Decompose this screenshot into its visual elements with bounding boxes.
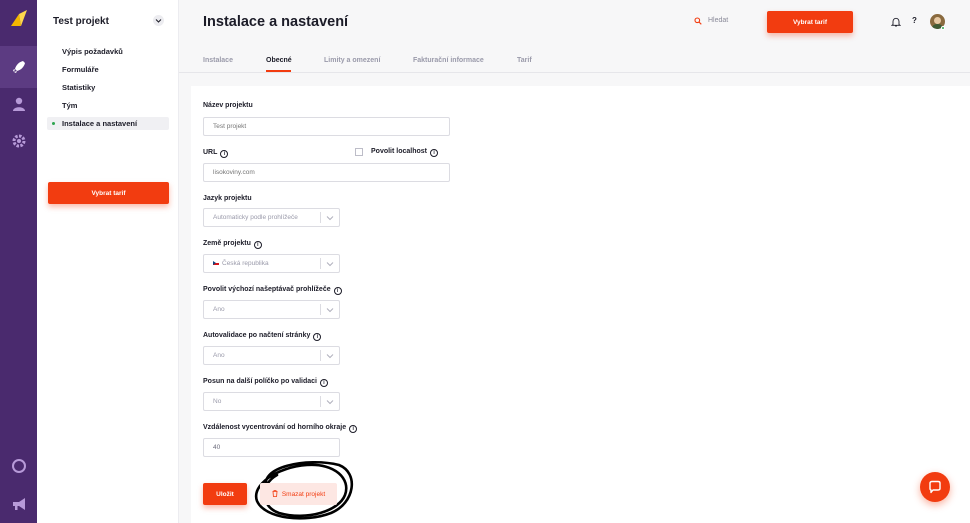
info-icon[interactable]: i xyxy=(333,287,342,295)
localhost-label: Povolit localhost xyxy=(371,148,428,155)
project-sidebar: Test projekt Výpis požadavků Formuláře S… xyxy=(37,0,179,523)
delete-project-label: Smazat projekt xyxy=(281,491,326,498)
tab-limits[interactable]: Limity a omezení xyxy=(324,57,380,64)
autocomplete-select[interactable]: Ano xyxy=(203,300,340,319)
app-rail xyxy=(0,0,37,523)
logo-icon[interactable] xyxy=(9,8,29,28)
tab-installation[interactable]: Instalace xyxy=(203,57,233,64)
autovalidate-value: Ano xyxy=(213,352,225,359)
autovalidate-label-text: Autovalidace po načtení stránky xyxy=(203,332,311,339)
url-label: URL i xyxy=(203,149,229,158)
sidebar-item-requests[interactable]: Výpis požadavků xyxy=(47,45,169,58)
info-icon[interactable]: i xyxy=(319,379,328,387)
czech-flag-icon xyxy=(213,261,219,265)
chevron-down-icon xyxy=(326,262,334,267)
chevron-down-icon xyxy=(326,308,334,313)
offset-label: Vzdálenost vycentrování od horního okraj… xyxy=(203,424,358,433)
project-name-input[interactable] xyxy=(203,117,450,136)
language-select[interactable]: Automaticky podle prohlížeče xyxy=(203,208,340,227)
offset-label-text: Vzdálenost vycentrování od horního okraj… xyxy=(203,424,347,431)
advance-label: Posun na další políčko po validaci i xyxy=(203,378,328,387)
tab-billing[interactable]: Fakturační informace xyxy=(413,57,484,64)
language-label: Jazyk projektu xyxy=(203,195,252,202)
advance-label-text: Posun na další políčko po validaci xyxy=(203,378,317,385)
sidebar-item-label: Tým xyxy=(62,101,78,110)
advance-value: No xyxy=(213,398,222,405)
autocomplete-value: Ano xyxy=(213,306,225,313)
allow-localhost[interactable]: Povolit localhost i xyxy=(355,148,439,157)
chevron-down-icon xyxy=(326,400,334,405)
autocomplete-label: Povolit výchozí našeptávač prohlížeče i xyxy=(203,286,342,295)
header-choose-plan-button[interactable]: Vybrat tarif xyxy=(767,11,853,33)
info-icon[interactable]: i xyxy=(253,241,262,249)
url-input[interactable] xyxy=(203,163,450,182)
sidebar-choose-plan-button[interactable]: Vybrat tarif xyxy=(48,182,169,204)
chevron-down-icon xyxy=(326,354,334,359)
country-value: Česká republika xyxy=(222,260,269,267)
save-button[interactable]: Uložit xyxy=(203,483,247,505)
sidebar-item-forms[interactable]: Formuláře xyxy=(47,63,169,76)
advance-select[interactable]: No xyxy=(203,392,340,411)
ring-icon[interactable] xyxy=(11,458,27,474)
search-label: Hledat xyxy=(708,17,729,24)
active-dot-icon xyxy=(52,122,55,125)
sidebar-item-label: Instalace a nastavení xyxy=(62,119,138,128)
rocket-icon[interactable] xyxy=(11,59,27,75)
autovalidate-label: Autovalidace po načtení stránky i xyxy=(203,332,322,341)
search-button[interactable]: Hledat xyxy=(694,17,729,25)
help-button[interactable]: ? xyxy=(912,16,917,25)
info-icon[interactable]: i xyxy=(220,150,229,158)
search-icon xyxy=(694,17,702,25)
megaphone-icon[interactable] xyxy=(11,496,27,512)
chat-button[interactable] xyxy=(920,472,950,502)
sidebar-item-settings[interactable]: Instalace a nastavení xyxy=(47,117,169,130)
main-content: Instalace a nastavení Hledat Vybrat tari… xyxy=(179,0,970,523)
country-select[interactable]: Česká republika xyxy=(203,254,340,273)
trash-icon xyxy=(272,490,278,497)
page-title: Instalace a nastavení xyxy=(203,14,349,30)
tabs-divider xyxy=(179,72,970,73)
sidebar-item-label: Statistiky xyxy=(62,83,96,92)
country-label-text: Země projektu xyxy=(203,240,251,247)
autovalidate-select[interactable]: Ano xyxy=(203,346,340,365)
settings-tabs: Instalace Obecné Limity a omezení Faktur… xyxy=(203,52,948,72)
sidebar-item-statistics[interactable]: Statistiky xyxy=(47,81,169,94)
autocomplete-label-text: Povolit výchozí našeptávač prohlížeče xyxy=(203,286,331,293)
chevron-down-icon xyxy=(155,19,162,23)
sidebar-item-team[interactable]: Tým xyxy=(47,99,169,112)
url-label-text: URL xyxy=(203,149,218,156)
info-icon[interactable]: i xyxy=(349,425,358,433)
info-icon[interactable]: i xyxy=(430,149,439,157)
project-name: Test projekt xyxy=(53,16,109,27)
sidebar-item-label: Výpis požadavků xyxy=(62,47,123,56)
bell-icon[interactable] xyxy=(891,17,901,27)
project-switcher-button[interactable] xyxy=(153,15,164,26)
tab-general[interactable]: Obecné xyxy=(266,57,292,64)
tab-plan[interactable]: Tarif xyxy=(517,57,532,64)
project-name-label: Název projektu xyxy=(203,102,253,109)
localhost-checkbox[interactable] xyxy=(355,148,363,156)
chat-bubble-icon xyxy=(929,480,941,494)
chevron-down-icon xyxy=(326,216,334,221)
online-status-dot xyxy=(941,26,945,30)
gear-icon[interactable] xyxy=(11,133,27,149)
user-icon[interactable] xyxy=(11,96,27,112)
info-icon[interactable]: i xyxy=(313,333,322,341)
delete-project-button[interactable]: Smazat projekt xyxy=(260,483,337,505)
language-value: Automaticky podle prohlížeče xyxy=(213,214,298,221)
sidebar-item-label: Formuláře xyxy=(62,65,99,74)
country-label: Země projektu i xyxy=(203,240,262,249)
